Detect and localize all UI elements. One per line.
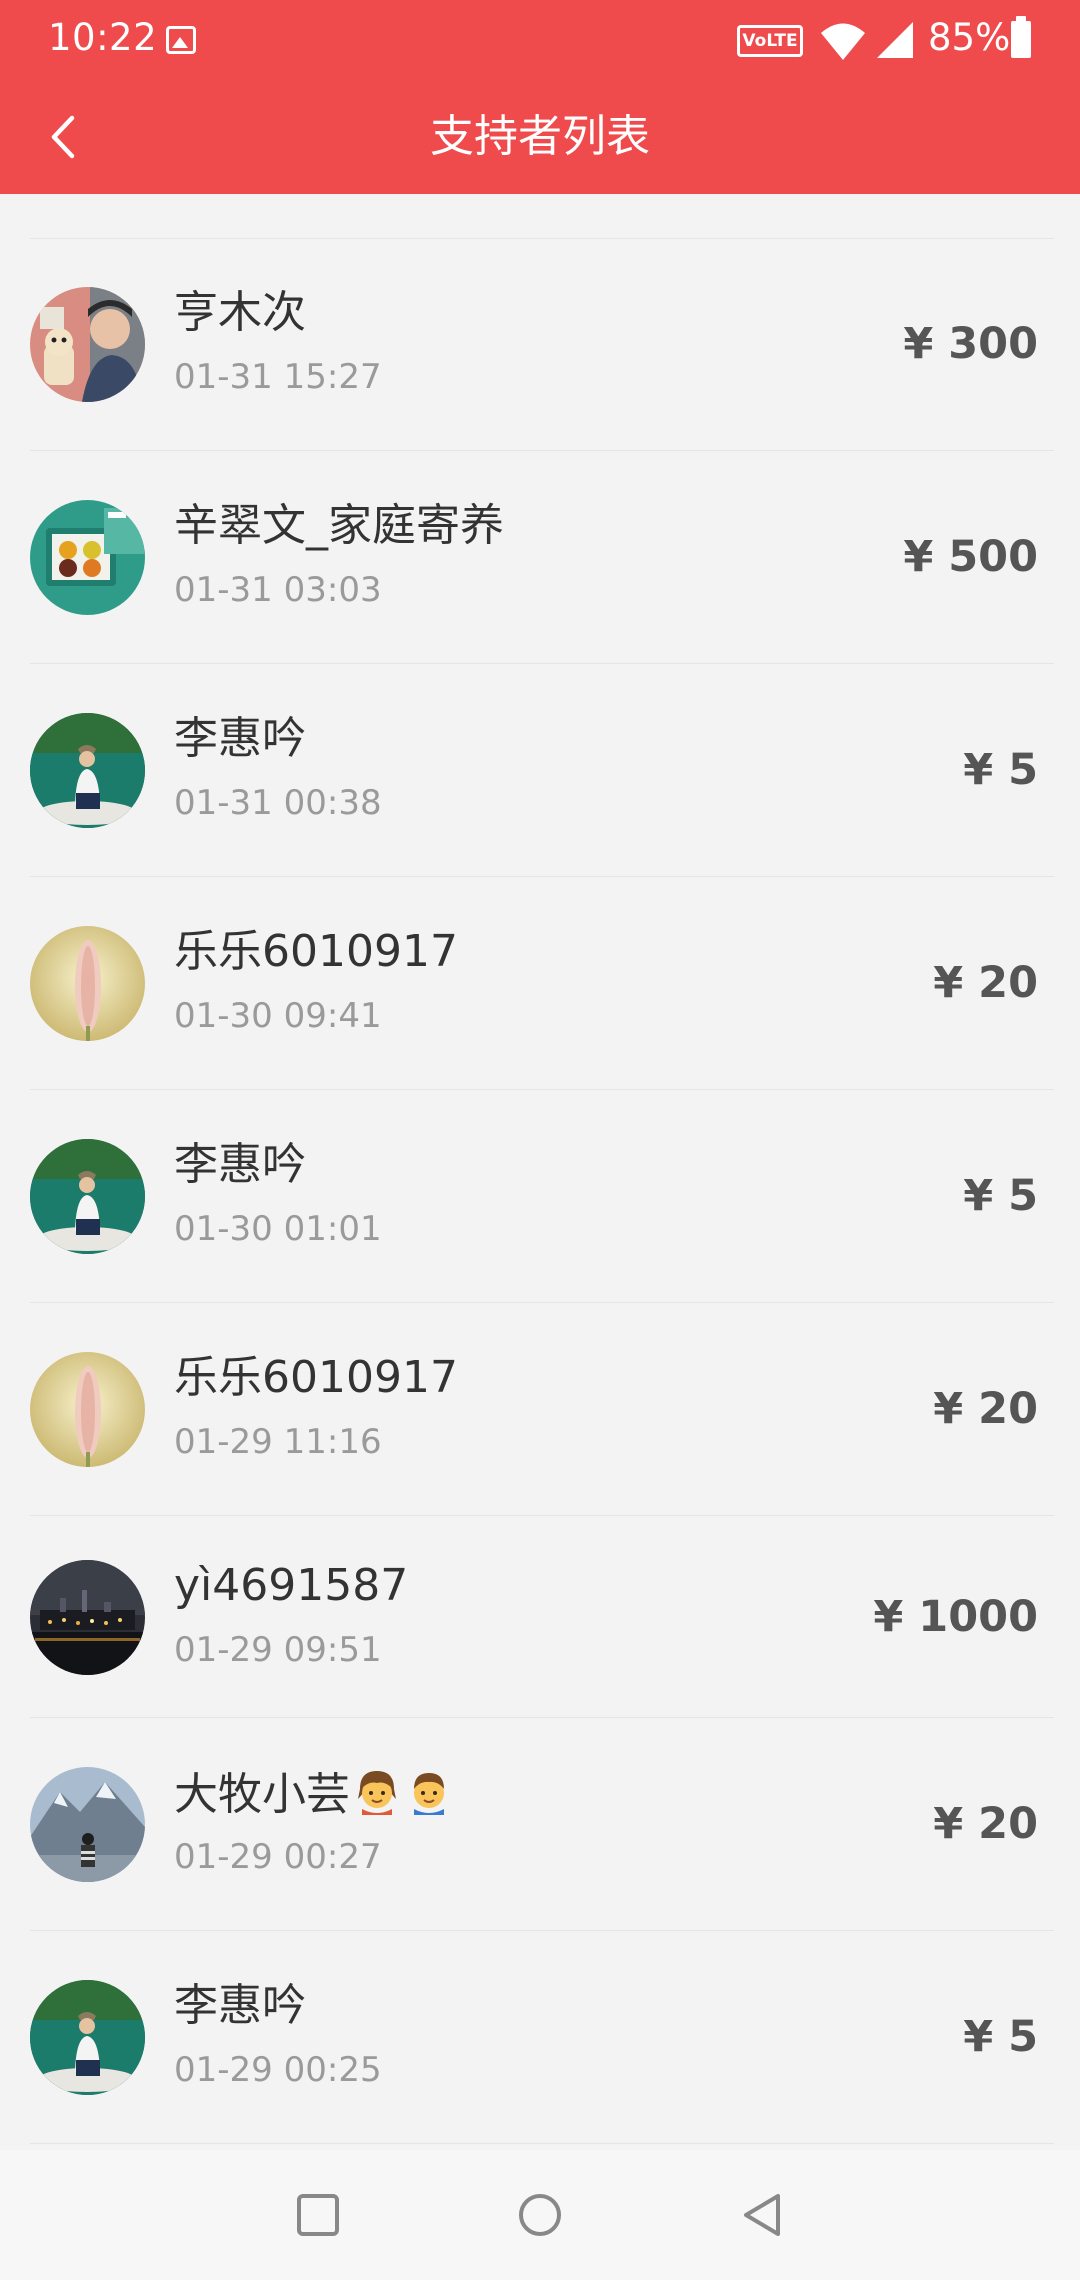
supporter-name: 辛翠文_家庭寄养 (174, 500, 504, 551)
avatar-photo-mountain[interactable] (30, 1767, 145, 1882)
supporter-row[interactable]: 李惠吟 01-30 01:01 ¥ 5 (30, 1090, 1054, 1303)
page-title: 支持者列表 (430, 111, 650, 162)
volte-icon: VoLTE (737, 25, 803, 57)
support-time: 01-30 09:41 (174, 996, 382, 1036)
supporter-row[interactable]: yì4691587 01-29 09:51 ¥ 1000 (30, 1516, 1054, 1718)
supporter-name-text: 大牧小芸 (174, 1769, 350, 1820)
avatar-photo-flower[interactable] (30, 1352, 145, 1467)
supporter-row[interactable]: 大牧小芸 01-29 00:27 ¥ 20 (30, 1718, 1054, 1931)
support-time: 01-30 01:01 (174, 1209, 382, 1249)
support-time: 01-29 09:51 (174, 1629, 382, 1670)
support-time: 01-29 00:25 (174, 2050, 382, 2090)
battery-icon (1011, 16, 1031, 58)
gallery-notification-icon (166, 26, 196, 54)
chevron-left-icon (51, 115, 75, 159)
avatar-photo-lake-woman[interactable] (30, 1980, 145, 2095)
supporter-row[interactable]: 乐乐6010917 01-30 09:41 ¥ 20 (30, 877, 1054, 1090)
support-amount: ¥ 500 (903, 532, 1038, 582)
girl-emoji-icon (352, 1765, 402, 1815)
support-time: 01-31 15:27 (174, 357, 382, 397)
support-time: 01-29 00:27 (174, 1837, 382, 1877)
support-amount: ¥ 20 (933, 1799, 1038, 1849)
avatar-photo-lake-woman[interactable] (30, 1139, 145, 1254)
supporter-list[interactable]: 亨木次 01-31 15:27 ¥ 300 辛翠文_家庭寄养 01-31 03:… (30, 238, 1054, 2144)
wifi-icon (821, 23, 865, 60)
avatar-photo-lake-woman[interactable] (30, 713, 145, 828)
support-amount: ¥ 5 (963, 745, 1038, 795)
triangle-back-icon (744, 2194, 780, 2236)
boy-emoji-icon (404, 1765, 454, 1815)
supporter-name: 乐乐6010917 (174, 926, 458, 977)
support-time: 01-31 00:38 (174, 783, 382, 823)
supporter-row[interactable]: 辛翠文_家庭寄养 01-31 03:03 ¥ 500 (30, 451, 1054, 664)
support-amount: ¥ 20 (933, 1384, 1038, 1434)
supporter-name: 大牧小芸 (174, 1765, 454, 1823)
supporter-name: 李惠吟 (174, 713, 306, 764)
back-button[interactable] (28, 102, 98, 172)
support-time: 01-29 11:16 (174, 1422, 382, 1462)
home-button[interactable] (505, 2180, 575, 2250)
avatar-photo-flower[interactable] (30, 926, 145, 1041)
supporter-name: 乐乐6010917 (174, 1352, 458, 1403)
support-time: 01-31 03:03 (174, 570, 382, 610)
support-amount: ¥ 1000 (873, 1591, 1038, 1642)
app-header: 支持者列表 (0, 80, 1080, 194)
avatar-photo-person-with-cat[interactable] (30, 287, 145, 402)
supporter-row[interactable]: 李惠吟 01-29 00:25 ¥ 5 (30, 1931, 1054, 2144)
support-amount: ¥ 300 (903, 319, 1038, 369)
supporter-name: yì4691587 (174, 1559, 409, 1611)
support-amount: ¥ 20 (933, 958, 1038, 1008)
support-amount: ¥ 5 (963, 2012, 1038, 2062)
avatar-photo-night-city[interactable] (30, 1559, 145, 1675)
battery-percent: 85% (928, 16, 1011, 59)
circle-home-icon (519, 2194, 561, 2236)
status-bar: 10:22 VoLTE 85% (0, 0, 1080, 80)
back-nav-button[interactable] (727, 2180, 797, 2250)
avatar-photo-gift-box[interactable] (30, 500, 145, 615)
recents-button[interactable] (283, 2180, 353, 2250)
square-recents-icon (297, 2194, 339, 2236)
supporter-name: 李惠吟 (174, 1980, 306, 2031)
supporter-row[interactable]: 李惠吟 01-31 00:38 ¥ 5 (30, 664, 1054, 877)
signal-icon (877, 22, 913, 58)
supporter-name: 亨木次 (174, 287, 306, 338)
supporter-row[interactable]: 乐乐6010917 01-29 11:16 ¥ 20 (30, 1303, 1054, 1516)
supporter-row[interactable]: 亨木次 01-31 15:27 ¥ 300 (30, 238, 1054, 451)
supporter-name: 李惠吟 (174, 1139, 306, 1190)
support-amount: ¥ 5 (963, 1171, 1038, 1221)
status-time: 10:22 (48, 16, 158, 59)
system-nav-bar (0, 2150, 1080, 2280)
